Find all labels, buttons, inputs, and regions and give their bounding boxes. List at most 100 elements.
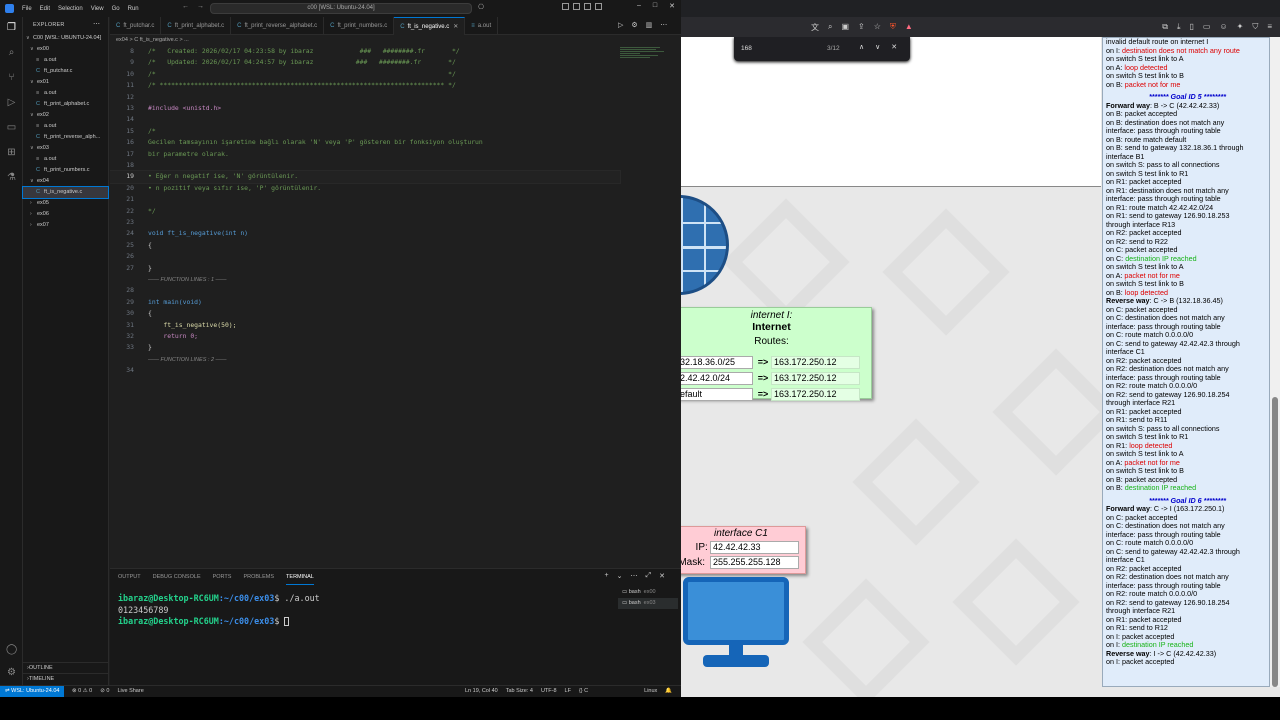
menu-item-run[interactable]: Run <box>124 6 143 12</box>
extensions-icon[interactable]: ⊞ <box>6 147 17 158</box>
downloads-icon[interactable]: ⤓ <box>1177 22 1181 32</box>
tree-folder[interactable]: ∨ ex03 <box>23 143 108 154</box>
testing-icon[interactable]: ⚗ <box>6 172 17 183</box>
tree-file[interactable]: Cft_print_reverse_alph... <box>23 132 108 143</box>
tree-file[interactable]: Cft_putchar.c <box>23 66 108 77</box>
breadcrumb[interactable]: ex04 > C ft_is_negative.c > ... <box>110 35 681 46</box>
eol[interactable]: LF <box>565 686 571 697</box>
cursor-position[interactable]: Ln 19, Col 40 <box>465 686 498 697</box>
minimap[interactable] <box>620 46 672 86</box>
menu-item-view[interactable]: View <box>87 6 108 12</box>
vpn-icon[interactable]: ⛉ <box>1252 22 1258 32</box>
find-next-icon[interactable]: ∨ <box>875 43 880 51</box>
wallet-icon[interactable]: ▭ <box>1203 22 1211 32</box>
editor-tab[interactable]: ≡ a.out <box>465 17 499 35</box>
code-editor[interactable]: 8 /* Created: 2026/02/17 04:23:58 by ibar… <box>110 46 681 568</box>
menu-item-go[interactable]: Go <box>108 6 124 12</box>
account-icon[interactable]: ◯ <box>6 644 17 655</box>
page-scrollbar[interactable] <box>1270 37 1280 687</box>
menu-icon[interactable]: ≡ <box>1267 22 1272 32</box>
translate-icon[interactable]: 文 <box>811 22 819 33</box>
editor-tab[interactable]: Cft_print_numbers.c <box>324 17 395 35</box>
ip-field[interactable]: 42.42.42.33 <box>710 541 799 554</box>
more-icon[interactable]: ⋯ <box>631 572 638 580</box>
tree-file[interactable]: Cft_print_numbers.c <box>23 165 108 176</box>
panel-tab-problems[interactable]: PROBLEMS <box>243 569 274 585</box>
toggle-panel-icon[interactable] <box>573 3 580 10</box>
platform[interactable]: Linux <box>644 686 657 697</box>
tree-folder[interactable]: › ex06 <box>23 209 108 220</box>
encoding[interactable]: UTF-8 <box>541 686 557 697</box>
tree-folder[interactable]: › ex07 <box>23 220 108 231</box>
terminal-dropdown-icon[interactable]: ⌄ <box>617 572 623 580</box>
tree-file[interactable]: Cft_print_alphabet.c <box>23 99 108 110</box>
host-computer-icon[interactable] <box>683 577 789 667</box>
ports-status[interactable]: ⊘ 0 <box>100 686 109 697</box>
maximize-icon[interactable]: □ <box>653 2 657 10</box>
route-destination-field[interactable]: 42.42.42.0/24 <box>681 372 753 385</box>
copilot-icon[interactable]: ⎔ <box>478 3 484 11</box>
find-close-icon[interactable]: ✕ <box>891 43 897 51</box>
tab-size[interactable]: Tab Size: 4 <box>506 686 533 697</box>
remote-explorer-icon[interactable]: ▭ <box>6 122 17 133</box>
tree-file[interactable]: ≡ a.out <box>23 121 108 132</box>
extensions-icon[interactable]: ⧉ <box>1162 22 1168 32</box>
panel-tab-ports[interactable]: PORTS <box>213 569 232 585</box>
menu-item-file[interactable]: File <box>18 6 36 12</box>
editor-tab[interactable]: Cft_putchar.c <box>110 17 162 35</box>
notifications-icon[interactable]: 🔔 <box>665 686 672 697</box>
zoom-icon[interactable]: ⌕ <box>828 22 832 33</box>
customize-layout-icon[interactable] <box>595 3 602 10</box>
layout-controls[interactable] <box>562 3 602 10</box>
leo-icon[interactable]: ✦ <box>1237 22 1244 32</box>
settings-gear-icon[interactable]: ⚙ <box>6 667 17 678</box>
find-prev-icon[interactable]: ∧ <box>859 43 864 51</box>
scrollbar-thumb[interactable] <box>1272 397 1278 687</box>
more-actions-icon[interactable]: ⋯ <box>93 20 100 28</box>
internet-globe-icon[interactable] <box>681 195 729 295</box>
language-mode[interactable]: {} C <box>579 686 588 697</box>
tree-file[interactable]: ≡ a.out <box>23 154 108 165</box>
explorer-icon[interactable]: ❐ <box>6 22 17 33</box>
close-panel-icon[interactable]: ✕ <box>659 572 665 580</box>
panel-tab-debug-console[interactable]: DEBUG CONSOLE <box>153 569 201 585</box>
tree-folder[interactable]: ∨ ex01 <box>23 77 108 88</box>
outline-section[interactable]: ›OUTLINE <box>23 662 109 673</box>
menu-item-selection[interactable]: Selection <box>54 6 87 12</box>
tree-folder[interactable]: ∨ ex00 <box>23 44 108 55</box>
toggle-sidebar-icon[interactable] <box>562 3 569 10</box>
new-terminal-icon[interactable]: + <box>605 572 609 580</box>
editor-tab[interactable]: Cft_print_alphabet.c <box>161 17 232 35</box>
timeline-section[interactable]: ›TIMELINE <box>23 673 109 684</box>
editor-tab[interactable]: Cft_is_negative.c ✕ <box>394 17 466 35</box>
panel-tab-terminal[interactable]: TERMINAL <box>286 569 314 585</box>
settings-icon[interactable]: ⚙ <box>631 21 637 29</box>
route-destination-field[interactable]: default <box>681 388 753 401</box>
find-input[interactable]: 168 <box>741 45 752 52</box>
command-center[interactable]: c00 [WSL: Ubuntu-24.04] <box>210 3 472 14</box>
menu-item-edit[interactable]: Edit <box>36 6 54 12</box>
editor-tab[interactable]: Cft_print_reverse_alphabet.c <box>231 17 325 35</box>
mask-field[interactable]: 255.255.255.128 <box>710 556 799 569</box>
route-destination-field[interactable]: 132.18.36.0/25 <box>681 356 753 369</box>
terminal-instance[interactable]: ▭ bash ex03 <box>618 598 678 609</box>
close-tab-icon[interactable]: ✕ <box>453 24 458 30</box>
tree-file[interactable]: ≡ a.out <box>23 55 108 66</box>
problems-status[interactable]: ⊗ 0 ⚠ 0 <box>72 686 92 697</box>
split-editor-icon[interactable]: ▥ <box>646 21 653 29</box>
source-control-icon[interactable]: ⑂ <box>6 72 17 83</box>
rewards-icon[interactable]: ▲ <box>905 22 913 33</box>
nav-arrows-icon[interactable]: ←→ <box>182 3 212 10</box>
tree-file[interactable]: Cft_is_negative.c <box>22 186 109 199</box>
tree-folder[interactable]: › ex05 <box>23 198 108 209</box>
toggle-secondary-sidebar-icon[interactable] <box>584 3 591 10</box>
profile-icon[interactable]: ☺ <box>1219 22 1227 32</box>
share-icon[interactable]: ⇪ <box>858 22 865 33</box>
tree-folder[interactable]: ∨ ex04 <box>23 176 108 187</box>
workspace-root[interactable]: ∨ C00 [WSL: UBUNTU-24.04] <box>23 33 108 44</box>
tree-file[interactable]: ≡ a.out <box>23 88 108 99</box>
live-share-button[interactable]: Live Share <box>117 686 143 697</box>
panel-tab-output[interactable]: OUTPUT <box>118 569 141 585</box>
close-icon[interactable]: ✕ <box>669 2 675 10</box>
simulation-log[interactable]: invalid default route on internet Ion I:… <box>1102 37 1270 687</box>
